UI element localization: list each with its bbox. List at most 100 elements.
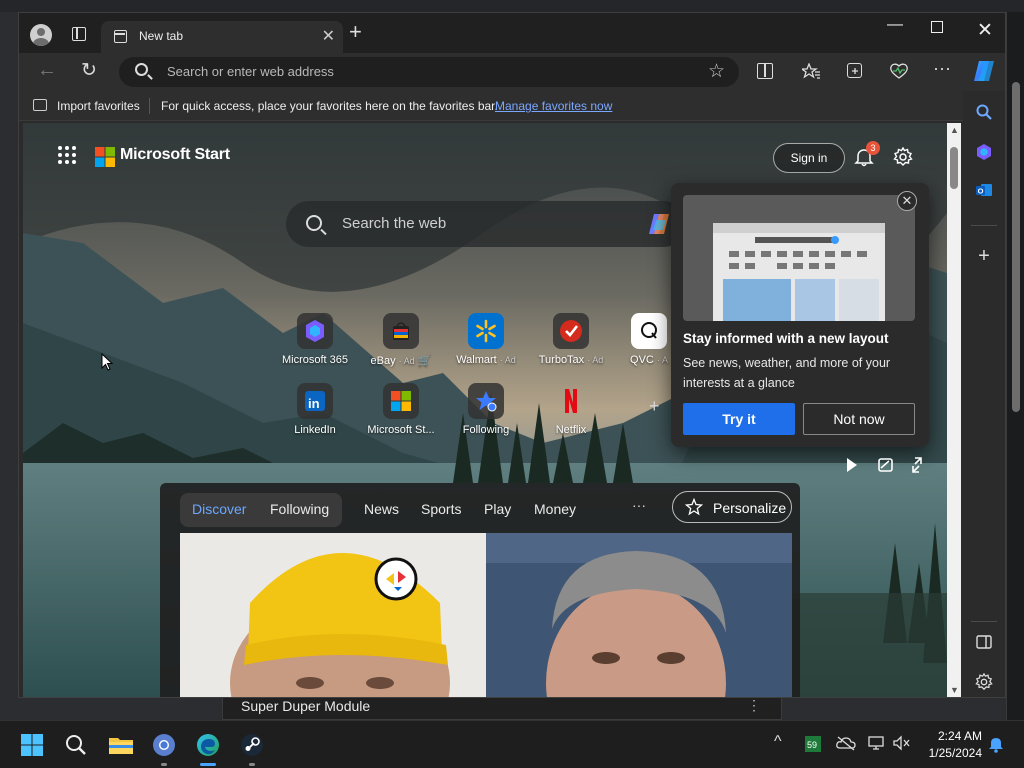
tray-overflow-chevron-icon[interactable]: ^ — [774, 733, 782, 751]
copilot-sidebar-icon[interactable] — [975, 143, 993, 161]
brand-title[interactable]: Microsoft Start — [120, 146, 230, 164]
tab-close-icon[interactable]: ✕ — [322, 26, 335, 46]
shopping-cart-icon: 🛒 — [417, 355, 432, 367]
manage-favorites-link[interactable]: Manage favorites now — [495, 99, 612, 113]
page-scrollbar[interactable]: ▲ ▼ — [947, 123, 961, 697]
notification-center-bell-icon[interactable] — [988, 735, 1004, 756]
tab-following[interactable]: Following — [270, 501, 329, 517]
add-sidebar-app-icon[interactable]: + — [975, 246, 993, 266]
collections-icon[interactable] — [847, 63, 862, 78]
personalize-button[interactable]: Personalize — [672, 491, 792, 523]
search-sidebar-icon[interactable] — [975, 103, 993, 121]
netflix-icon — [553, 383, 589, 419]
linkedin-icon: in — [297, 383, 333, 419]
quick-link-microsoft-365[interactable]: Microsoft 365 — [277, 313, 353, 366]
favorites-icon[interactable] — [800, 62, 820, 79]
background-window-more-icon[interactable]: ⋮ — [747, 697, 761, 714]
edge-icon[interactable] — [196, 733, 220, 757]
navigation-toolbar: ← ↻ Search or enter web address ☆ ··· — [19, 53, 1005, 91]
popup-close-icon[interactable]: ✕ — [897, 191, 917, 211]
refresh-icon[interactable]: ↻ — [81, 59, 97, 82]
sign-in-button[interactable]: Sign in — [773, 143, 845, 173]
tab-discover[interactable]: Discover — [192, 501, 246, 517]
performance-icon[interactable] — [890, 63, 908, 79]
copilot-search-icon[interactable] — [646, 212, 672, 236]
favorites-bar: Import favorites For quick access, place… — [19, 91, 1005, 121]
quick-link-qvc[interactable]: QVC · A — [619, 313, 679, 366]
edge-active-indicator — [200, 763, 216, 766]
scrollbar-thumb[interactable] — [950, 147, 958, 189]
profile-avatar[interactable] — [30, 24, 52, 46]
tab-money[interactable]: Money — [534, 501, 576, 517]
volume-muted-icon[interactable] — [893, 735, 911, 754]
not-now-button[interactable]: Not now — [803, 403, 915, 435]
quick-link-linkedin[interactable]: in LinkedIn — [277, 383, 353, 436]
quick-link-label: TurboTax · Ad — [538, 354, 604, 366]
apps-grid-icon[interactable] — [57, 145, 77, 165]
clock-time[interactable]: 2:24 AM — [928, 729, 982, 743]
tab-news[interactable]: News — [364, 501, 399, 517]
chrome-running-indicator — [161, 763, 167, 766]
quick-link-walmart[interactable]: Walmart · Ad — [448, 313, 524, 366]
layout-preview-illustration — [683, 195, 915, 321]
mouse-cursor — [101, 352, 114, 371]
quick-link-turbotax[interactable]: TurboTax · Ad — [533, 313, 609, 366]
windows-start-icon[interactable] — [20, 733, 44, 757]
file-explorer-icon[interactable] — [108, 733, 133, 757]
scroll-up-icon[interactable]: ▲ — [950, 125, 959, 135]
turbotax-check-icon — [553, 313, 589, 349]
settings-more-icon[interactable]: ··· — [933, 59, 951, 77]
personalize-star-icon — [684, 497, 704, 516]
split-screen-icon[interactable] — [757, 63, 773, 79]
tray-app-icon[interactable]: 59 — [804, 735, 822, 756]
desktop-scrollbar-thumb[interactable] — [1012, 82, 1020, 412]
desktop-scrollbar[interactable] — [1006, 12, 1024, 720]
sidebar-settings-gear-icon[interactable] — [975, 672, 993, 691]
following-star-icon — [468, 383, 504, 419]
sidebar-divider — [971, 621, 997, 622]
news-card-image[interactable] — [486, 533, 792, 697]
microsoft-logo-icon — [95, 147, 115, 167]
scroll-down-icon[interactable]: ▼ — [950, 685, 959, 695]
tab-play[interactable]: Play — [484, 501, 511, 517]
try-it-button[interactable]: Try it — [683, 403, 795, 435]
web-search-box[interactable]: Search the web — [286, 201, 686, 247]
tab-sports[interactable]: Sports — [421, 501, 461, 517]
microsoft-store-icon — [383, 383, 419, 419]
news-card-image[interactable] — [180, 533, 486, 697]
new-tab-page: Microsoft Start Sign in 3 Search the web… — [23, 123, 947, 697]
browser-window: New tab ✕ + — ✕ ← ↻ Search or enter web … — [18, 12, 1006, 698]
import-favorites-icon[interactable] — [33, 99, 47, 111]
chrome-icon[interactable] — [152, 733, 176, 757]
minimize-button[interactable]: — — [887, 16, 903, 34]
copilot-icon[interactable] — [972, 59, 996, 83]
close-window-button[interactable]: ✕ — [977, 19, 993, 42]
steam-icon[interactable] — [240, 733, 264, 757]
steam-running-indicator — [249, 763, 255, 766]
taskbar-search-icon[interactable] — [64, 733, 88, 757]
hide-sidebar-icon[interactable] — [975, 633, 993, 651]
clock-date[interactable]: 1/25/2024 — [914, 746, 982, 760]
maximize-button[interactable] — [931, 21, 943, 33]
tab-new-tab[interactable]: New tab ✕ — [101, 21, 343, 53]
favorite-star-icon[interactable]: ☆ — [708, 60, 725, 83]
quick-link-following[interactable]: Following — [448, 383, 524, 436]
tab-actions-icon[interactable] — [72, 27, 86, 41]
address-bar[interactable]: Search or enter web address ☆ — [119, 57, 739, 87]
network-icon[interactable] — [868, 735, 886, 754]
quick-link-label: Netflix — [555, 424, 587, 436]
feed-more-icon[interactable]: ··· — [632, 497, 646, 513]
quick-link-microsoft-store[interactable]: Microsoft St... — [363, 383, 439, 436]
new-tab-button[interactable]: + — [349, 21, 362, 43]
ebay-bag-icon — [383, 313, 419, 349]
walmart-spark-icon — [468, 313, 504, 349]
back-arrow-icon[interactable]: ← — [37, 59, 57, 82]
settings-gear-icon[interactable] — [893, 146, 913, 167]
outlook-sidebar-icon[interactable]: O — [975, 181, 993, 199]
quick-link-netflix[interactable]: Netflix — [533, 383, 609, 436]
onedrive-offline-icon[interactable] — [836, 735, 856, 754]
search-icon — [306, 215, 322, 231]
add-quick-link-icon[interactable]: + — [649, 396, 660, 417]
import-favorites-link[interactable]: Import favorites — [57, 99, 140, 113]
quick-link-ebay[interactable]: eBay · Ad 🛒 — [363, 313, 439, 367]
